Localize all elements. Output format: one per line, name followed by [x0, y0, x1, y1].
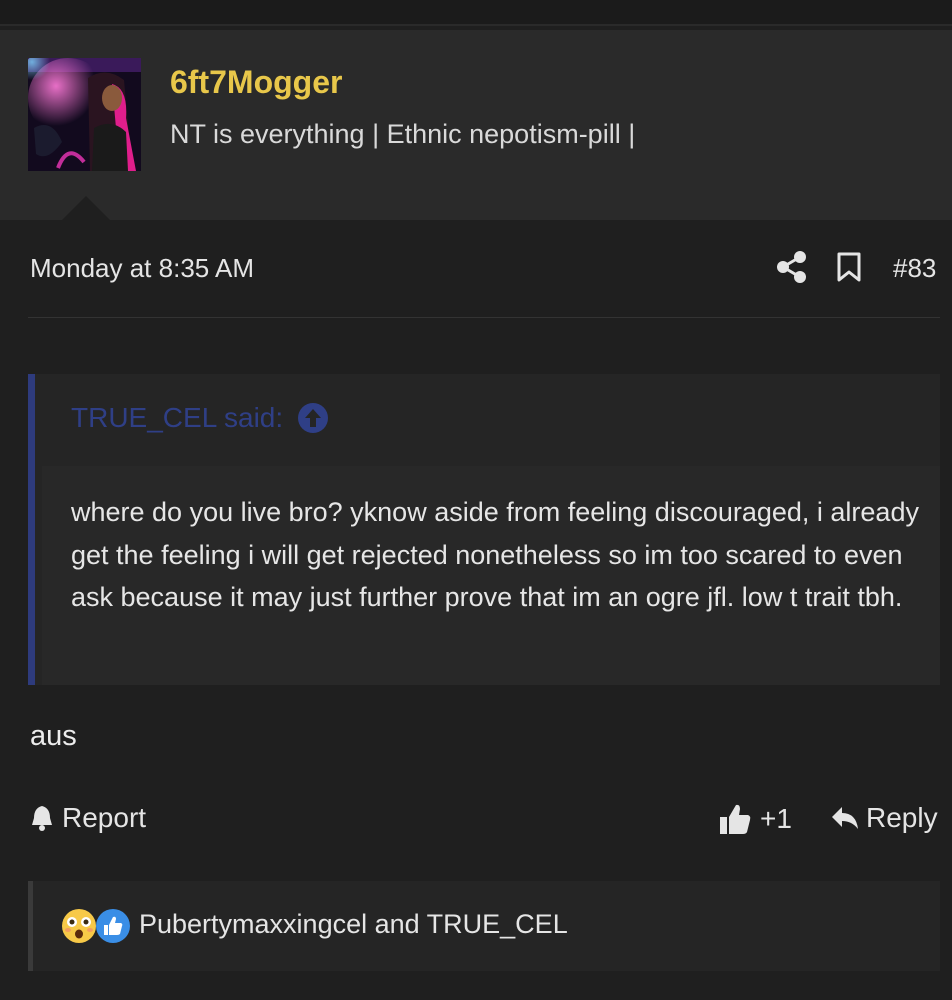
- top-strip: [0, 0, 952, 26]
- header-pointer: [62, 196, 110, 220]
- reply-label: Reply: [866, 802, 938, 833]
- reaction-users[interactable]: Pubertymaxxingcel and TRUE_CEL: [139, 909, 568, 940]
- arrow-up-circle-icon[interactable]: [297, 402, 329, 434]
- post-date[interactable]: Monday at 8:35 AM: [30, 253, 254, 284]
- avatar[interactable]: [28, 58, 141, 171]
- reactions-bar[interactable]: Pubertymaxxingcel and TRUE_CEL: [28, 881, 940, 971]
- quote-author[interactable]: TRUE_CEL said:: [71, 402, 283, 434]
- flushed-emoji-icon: [62, 909, 96, 943]
- like-button[interactable]: +1: [718, 802, 792, 836]
- post-number[interactable]: #83: [893, 253, 936, 284]
- thumbs-up-icon: [720, 804, 751, 834]
- quote-body: where do you live bro? yknow aside from …: [42, 466, 940, 685]
- reaction-icons: [62, 909, 130, 943]
- quote-text: where do you live bro? yknow aside from …: [71, 497, 919, 612]
- quote-block: TRUE_CEL said: where do you live bro? yk…: [28, 374, 940, 685]
- bell-icon: [32, 806, 52, 831]
- report-label: Report: [62, 802, 147, 833]
- bookmark-icon[interactable]: [836, 252, 862, 282]
- like-count: +1: [760, 803, 792, 834]
- author-title: NT is everything | Ethnic nepotism-pill …: [170, 119, 636, 149]
- divider: [28, 317, 940, 318]
- quote-header[interactable]: TRUE_CEL said:: [71, 402, 329, 434]
- post-body: aus: [30, 720, 77, 752]
- report-button[interactable]: Report: [30, 802, 146, 834]
- reply-button[interactable]: Reply: [830, 802, 938, 834]
- share-icon[interactable]: [776, 250, 808, 284]
- author-username[interactable]: 6ft7Mogger: [170, 64, 342, 101]
- reply-arrow-icon: [832, 807, 858, 829]
- like-reaction-icon: [96, 909, 130, 943]
